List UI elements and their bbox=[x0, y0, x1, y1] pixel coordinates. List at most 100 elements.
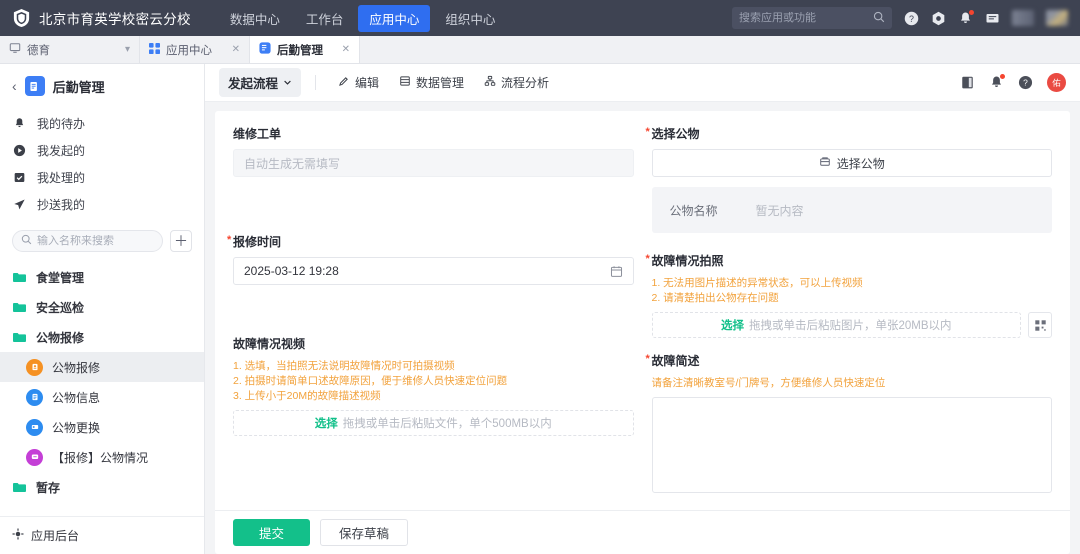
toolbar-item-data-manage[interactable]: 数据管理 bbox=[391, 69, 472, 96]
tab-app-center-label: 应用中心 bbox=[166, 42, 212, 58]
sidebar-search-input[interactable] bbox=[37, 235, 154, 247]
toolbar-item-edit[interactable]: 编辑 bbox=[330, 69, 387, 96]
field-fault-photo: 故障情况拍照 1. 无法用图片描述的异常状态，可以上传视频 2. 请清楚拍出公物… bbox=[652, 252, 1053, 338]
submit-button[interactable]: 提交 bbox=[233, 519, 310, 546]
sidebar-folder-canteen[interactable]: 食堂管理 bbox=[0, 262, 204, 292]
sidebar-item-my-todo[interactable]: 我的待办 bbox=[0, 110, 204, 137]
field-label: 选择公物 bbox=[652, 125, 1053, 142]
body: ‹ 后勤管理 bbox=[0, 64, 1080, 554]
close-icon[interactable]: ✕ bbox=[232, 44, 240, 55]
help-icon[interactable]: ? bbox=[904, 11, 919, 26]
sidebar-item-asset-repair-form[interactable]: 公物报修 bbox=[0, 352, 204, 382]
sidebar-item-label: 【报修】公物情况 bbox=[52, 449, 148, 466]
photo-upload-dropzone[interactable]: 选择 拖拽或单击后粘贴图片，单张20MB以内 bbox=[652, 312, 1022, 338]
nav-item-app-center[interactable]: 应用中心 bbox=[358, 5, 430, 32]
sidebar-search-row: ＋ bbox=[0, 224, 204, 262]
qr-scan-icon[interactable] bbox=[1028, 312, 1052, 338]
folder-icon bbox=[12, 301, 27, 314]
work-order-placeholder: 自动生成无需填写 bbox=[244, 155, 340, 172]
sidebar-item-handled[interactable]: 我处理的 bbox=[0, 164, 204, 191]
select-asset-label: 选择公物 bbox=[837, 155, 885, 172]
exchange-icon bbox=[26, 419, 43, 436]
sidebar-item-asset-exchange[interactable]: 公物更换 bbox=[0, 412, 204, 442]
nav-item-workbench[interactable]: 工作台 bbox=[295, 5, 355, 32]
tab-deyu[interactable]: 德育 ▾ bbox=[0, 36, 140, 63]
help-icon[interactable]: ? bbox=[1018, 75, 1033, 90]
field-report-time: 报修时间 2025-03-12 19:28 bbox=[233, 233, 634, 285]
table-icon bbox=[399, 75, 411, 90]
start-flow-button[interactable]: 发起流程 bbox=[219, 68, 301, 97]
bell-icon[interactable] bbox=[989, 75, 1004, 90]
svg-text:?: ? bbox=[1023, 78, 1028, 88]
avatar[interactable] bbox=[1046, 10, 1068, 26]
global-nav: 数据中心 工作台 应用中心 组织中心 bbox=[219, 5, 507, 32]
calendar-icon[interactable] bbox=[610, 265, 623, 278]
video-upload-action[interactable]: 选择 bbox=[315, 415, 338, 431]
user-avatar[interactable]: 佑 bbox=[1047, 73, 1066, 92]
inbox-check-icon bbox=[12, 171, 27, 184]
tab-app-center[interactable]: 应用中心 ✕ bbox=[140, 36, 250, 63]
message-icon[interactable] bbox=[985, 11, 1000, 26]
form-canvas: 维修工单 自动生成无需填写 报修时间 2025-03-12 19:28 bbox=[205, 102, 1080, 554]
photo-upload-action[interactable]: 选择 bbox=[721, 317, 744, 333]
tab-logistics[interactable]: 后勤管理 ✕ bbox=[250, 36, 360, 63]
field-label: 报修时间 bbox=[233, 233, 634, 250]
work-order-input: 自动生成无需填写 bbox=[233, 149, 634, 177]
manual-book-icon[interactable] bbox=[960, 75, 975, 90]
field-label: 维修工单 bbox=[233, 125, 634, 142]
spacer bbox=[233, 299, 634, 335]
shield-logo-icon bbox=[12, 8, 31, 28]
chevron-left-icon[interactable]: ‹ bbox=[12, 79, 17, 93]
nav-item-data-center[interactable]: 数据中心 bbox=[219, 5, 291, 32]
report-time-value: 2025-03-12 19:28 bbox=[244, 264, 339, 278]
sidebar-item-label: 抄送我的 bbox=[37, 196, 85, 213]
sidebar-item-app-backend[interactable]: 应用后台 bbox=[0, 516, 204, 554]
video-upload-dropzone[interactable]: 选择 拖拽或单击后粘贴文件，单个500MB以内 bbox=[233, 410, 634, 436]
header-actions: ? bbox=[732, 7, 1068, 29]
asset-name-label: 公物名称 bbox=[670, 202, 718, 219]
field-hint-line: 1. 无法用图片描述的异常状态，可以上传视频 bbox=[652, 276, 1053, 291]
sidebar-item-asset-status-report[interactable]: 【报修】公物情况 bbox=[0, 442, 204, 472]
search-input[interactable] bbox=[739, 12, 869, 24]
form-card: 维修工单 自动生成无需填写 报修时间 2025-03-12 19:28 bbox=[215, 111, 1070, 554]
bell-icon[interactable] bbox=[958, 11, 973, 26]
close-icon[interactable]: ✕ bbox=[342, 44, 350, 55]
fault-description-input[interactable] bbox=[652, 397, 1053, 493]
tab-logistics-label: 后勤管理 bbox=[277, 42, 323, 58]
global-search[interactable] bbox=[732, 7, 892, 29]
brand-name: 北京市育英学校密云分校 bbox=[39, 8, 191, 28]
brand[interactable]: 北京市育英学校密云分校 bbox=[12, 8, 191, 28]
sidebar-item-initiated[interactable]: 我发起的 bbox=[0, 137, 204, 164]
search-icon bbox=[21, 234, 32, 248]
chevron-down-icon[interactable]: ▾ bbox=[125, 44, 130, 55]
nav-item-org-center[interactable]: 组织中心 bbox=[434, 5, 506, 32]
settings-icon[interactable] bbox=[931, 11, 946, 26]
chevron-down-icon bbox=[283, 76, 292, 90]
sidebar-menu: 我的待办 我发起的 bbox=[0, 110, 204, 224]
field-hint-line: 2. 拍摄时请简单口述故障原因，便于维修人员快速定位问题 bbox=[233, 374, 634, 389]
sidebar-item-label: 我的待办 bbox=[37, 115, 85, 132]
sidebar-tree: 食堂管理 安全巡检 公物报修 bbox=[0, 262, 204, 516]
sidebar-search[interactable] bbox=[12, 230, 163, 252]
content-toolbar: 发起流程 编辑 bbox=[205, 64, 1080, 102]
form-columns: 维修工单 自动生成无需填写 报修时间 2025-03-12 19:28 bbox=[215, 111, 1070, 510]
asset-icon bbox=[819, 156, 831, 171]
sidebar-item-cc-me[interactable]: 抄送我的 bbox=[0, 191, 204, 218]
sidebar-folder-draft[interactable]: 暂存 bbox=[0, 472, 204, 502]
play-circle-icon bbox=[12, 144, 27, 157]
sidebar-item-asset-info[interactable]: 公物信息 bbox=[0, 382, 204, 412]
toolbar-item-flow-analysis[interactable]: 流程分析 bbox=[476, 69, 557, 96]
sidebar-folder-label: 食堂管理 bbox=[36, 269, 84, 286]
sidebar-header: ‹ 后勤管理 bbox=[0, 64, 204, 110]
folder-icon bbox=[12, 271, 27, 284]
notification-badge bbox=[1000, 74, 1005, 79]
report-time-input[interactable]: 2025-03-12 19:28 bbox=[233, 257, 634, 285]
add-button[interactable]: ＋ bbox=[170, 230, 192, 252]
field-fault-description: 故障简述 请备注清晰教室号/门牌号，方便维修人员快速定位 bbox=[652, 352, 1053, 496]
sidebar-folder-safety[interactable]: 安全巡检 bbox=[0, 292, 204, 322]
svg-text:?: ? bbox=[909, 13, 914, 23]
sidebar-folder-asset-repair[interactable]: 公物报修 bbox=[0, 322, 204, 352]
select-asset-button[interactable]: 选择公物 bbox=[652, 149, 1053, 177]
save-draft-button[interactable]: 保存草稿 bbox=[320, 519, 408, 546]
flow-chart-icon bbox=[484, 75, 496, 90]
